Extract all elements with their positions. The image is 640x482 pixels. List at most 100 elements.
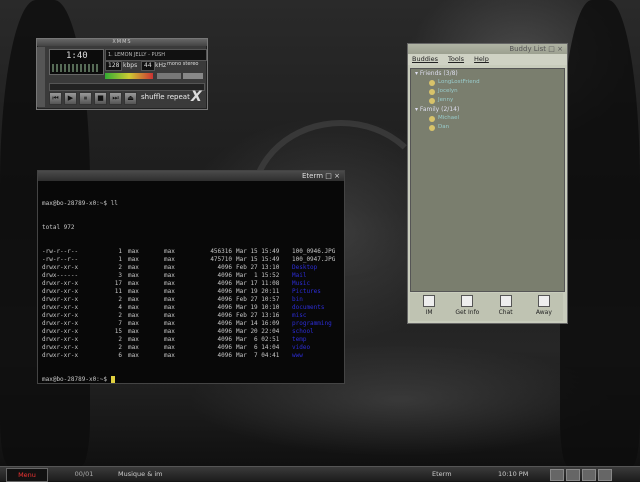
- menu-tools[interactable]: Tools: [448, 54, 464, 65]
- buddy-group-name: Friends (3/8): [419, 70, 458, 77]
- buddy-list-controls-icon[interactable]: □ ×: [548, 45, 563, 53]
- buddy-item[interactable]: Dan: [411, 123, 564, 132]
- ls-links: 2: [118, 336, 122, 343]
- ls-group: max: [164, 312, 175, 319]
- xmms-channel-modes: mono stereo: [167, 61, 199, 67]
- pause-icon[interactable]: ⏸: [79, 92, 92, 105]
- taskbar-item-musique[interactable]: Musique & im: [118, 468, 198, 480]
- im-button[interactable]: IM: [410, 293, 448, 321]
- ls-name: bin: [292, 296, 303, 303]
- eterm-controls-icon[interactable]: □ ×: [325, 172, 340, 180]
- ls-name: misc: [292, 312, 307, 319]
- next-icon[interactable]: ⏭: [109, 92, 122, 105]
- xmms-visualizer[interactable]: [52, 64, 100, 72]
- desktop-pager[interactable]: 00/01: [70, 468, 98, 480]
- buddy-item[interactable]: Jocelyn: [411, 87, 564, 96]
- ls-group: max: [164, 280, 175, 287]
- buddy-list-titlebar[interactable]: Buddy List □ ×: [408, 44, 567, 54]
- xmms-repeat-button[interactable]: repeat: [167, 93, 190, 101]
- chat-button[interactable]: Chat: [487, 293, 525, 321]
- play-icon[interactable]: ▶: [64, 92, 77, 105]
- buddy-item[interactable]: LongLostFriend: [411, 78, 564, 87]
- ls-size: 4096: [217, 352, 232, 359]
- ls-group: max: [164, 288, 175, 295]
- buddy-list-window[interactable]: Buddy List □ × Buddies Tools Help ▾ Frie…: [407, 43, 568, 324]
- eject-icon[interactable]: ⏏: [124, 92, 137, 105]
- ls-owner: max: [128, 344, 139, 351]
- away-button[interactable]: Away: [525, 293, 563, 321]
- xmms-kbps-label: kbps: [123, 62, 138, 69]
- ls-links: 2: [118, 296, 122, 303]
- tray-icon[interactable]: [582, 469, 596, 481]
- ls-owner: max: [128, 352, 139, 359]
- xmms-titlebar[interactable]: XMMS: [37, 39, 207, 46]
- ls-size: 4096: [217, 264, 232, 271]
- xmms-time[interactable]: 1:40: [66, 51, 88, 61]
- buddy-name: Jenny: [438, 97, 454, 103]
- xmms-seek-bar[interactable]: [49, 83, 205, 91]
- xmms-sliders: [105, 73, 203, 81]
- eterm-titlebar[interactable]: Eterm □ ×: [38, 171, 344, 181]
- xmms-song-title: 1. LEMON JELLY - PUSH: [105, 49, 207, 61]
- tray-icon[interactable]: [550, 469, 564, 481]
- ls-links: 1: [118, 248, 122, 255]
- stop-icon[interactable]: ■: [94, 92, 107, 105]
- ls-name: Mail: [292, 272, 307, 279]
- ls-name: 100_0947.JPG: [292, 256, 336, 263]
- ls-group: max: [164, 296, 175, 303]
- ls-perm: -rw-r--r--: [42, 248, 79, 255]
- terminal-total: total 972: [42, 224, 75, 231]
- previous-icon[interactable]: ⏮: [49, 92, 62, 105]
- terminal-output[interactable]: max@bo-28789-x0:~$ ll total 972 -rw-r--r…: [38, 181, 344, 400]
- wallpaper-tree: [560, 0, 640, 466]
- eterm-window[interactable]: Eterm □ × max@bo-28789-x0:~$ ll total 97…: [37, 170, 345, 384]
- terminal-current-line[interactable]: max@bo-28789-x0:~$: [42, 376, 340, 384]
- get-info-button[interactable]: Get Info: [448, 293, 486, 321]
- ls-links: 1: [118, 256, 122, 263]
- menu-buddies[interactable]: Buddies: [412, 54, 438, 65]
- terminal-command: ll: [110, 200, 118, 207]
- ls-size: 4096: [217, 312, 232, 319]
- xmms-player-window[interactable]: XMMS 1:40 1. LEMON JELLY - PUSH 128 kbps…: [36, 38, 208, 110]
- xmms-logo-icon: X: [191, 89, 202, 105]
- ls-owner: max: [128, 272, 139, 279]
- ls-perm: drwx------: [42, 272, 79, 279]
- buddy-tree[interactable]: ▾ Friends (3/8) LongLostFriend Jocelyn Jenn…: [410, 68, 565, 292]
- ls-name: www: [292, 352, 303, 359]
- buddy-item[interactable]: Jenny: [411, 96, 564, 105]
- ls-perm: drwxr-xr-x: [42, 312, 79, 319]
- xmms-balance-slider[interactable]: [157, 73, 181, 79]
- xmms-volume-slider[interactable]: [105, 73, 153, 79]
- ls-row: drwxr-xr-x 7 max max 4096 Mar 14 16:09 program…: [42, 320, 340, 328]
- ls-name: temp: [292, 336, 307, 343]
- tray-icon[interactable]: [566, 469, 580, 481]
- xmms-shuffle-button[interactable]: shuffle: [141, 93, 165, 101]
- im-button-label: IM: [425, 309, 433, 316]
- buddy-list-menubar: Buddies Tools Help: [408, 54, 567, 65]
- ls-links: 17: [114, 280, 122, 287]
- buddy-name: Jocelyn: [438, 88, 458, 94]
- ls-row: drwxr-xr-x 2 max max 4096 Feb 27 13:16 misc: [42, 312, 340, 320]
- taskbar-item-eterm[interactable]: Eterm: [432, 468, 488, 480]
- ls-name: 100_0946.JPG: [292, 248, 336, 255]
- ls-date: Feb 27 10:57: [236, 296, 280, 303]
- buddy-group-name: Family (2/14): [419, 106, 460, 113]
- xmms-side-buttons[interactable]: [37, 47, 45, 107]
- ls-row: drwxr-xr-x 6 max max 4096 Mar 7 04:41 www: [42, 352, 340, 360]
- buddy-group[interactable]: ▾ Friends (3/8): [411, 69, 564, 78]
- ls-row: drwxr-xr-x 17 max max 4096 Mar 17 11:08 Music: [42, 280, 340, 288]
- ls-group: max: [164, 248, 175, 255]
- buddy-item[interactable]: Michael: [411, 114, 564, 123]
- ls-group: max: [164, 352, 175, 359]
- ls-date: Mar 20 22:04: [236, 328, 280, 335]
- ls-row: drwxr-xr-x 2 max max 4096 Feb 27 10:57 bin: [42, 296, 340, 304]
- tray-icon[interactable]: [598, 469, 612, 481]
- buddy-list-buttons: IM Get Info Chat Away: [410, 293, 563, 321]
- ls-links: 2: [118, 312, 122, 319]
- xmms-eq-pl-buttons[interactable]: [183, 73, 203, 79]
- menu-help[interactable]: Help: [474, 54, 489, 65]
- buddy-group[interactable]: ▾ Family (2/14): [411, 105, 564, 114]
- ls-group: max: [164, 328, 175, 335]
- ls-size: 4096: [217, 296, 232, 303]
- buddy-status-icon: [429, 88, 435, 95]
